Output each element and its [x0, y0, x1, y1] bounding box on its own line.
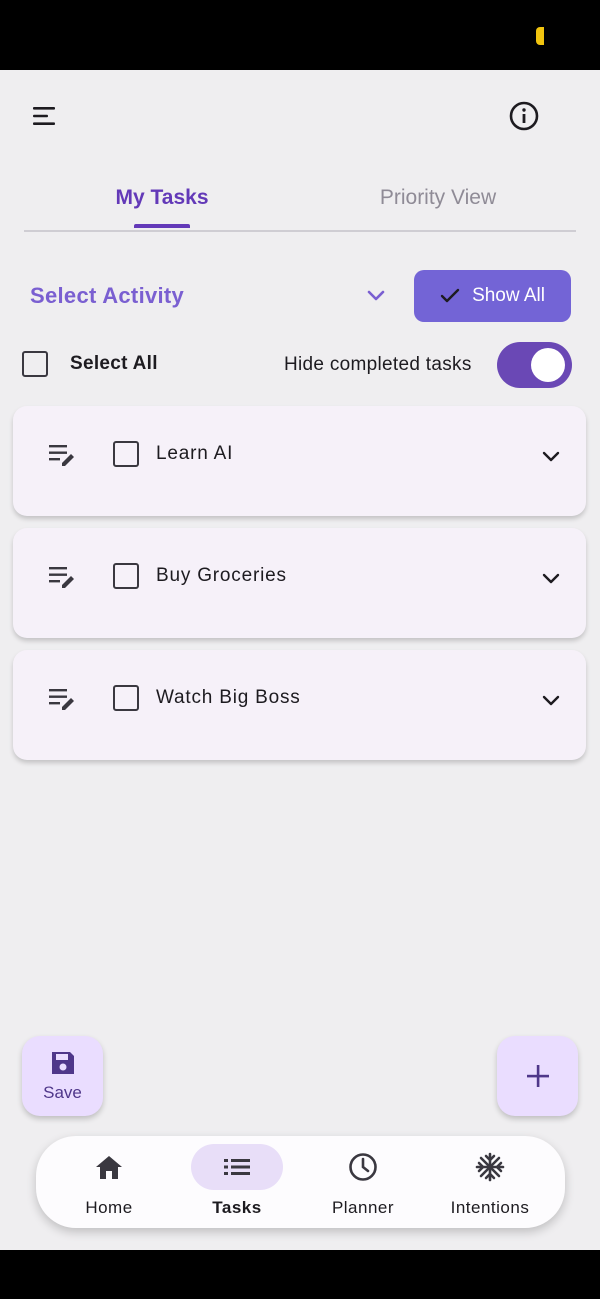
task-title: Learn AI	[156, 443, 234, 464]
nav-item-planner[interactable]: Planner	[300, 1136, 426, 1228]
expand-chevron-icon[interactable]	[541, 450, 561, 464]
task-card[interactable]: Watch Big Boss	[13, 650, 586, 760]
status-bar	[0, 0, 600, 70]
show-all-label: Show All	[472, 285, 545, 306]
task-title: Buy Groceries	[156, 565, 287, 586]
system-nav-area	[0, 1250, 600, 1299]
nav-item-home[interactable]: Home	[46, 1136, 172, 1228]
nav-icon-container	[191, 1144, 283, 1190]
task-checkbox[interactable]	[113, 441, 139, 467]
task-card[interactable]: Learn AI	[13, 406, 586, 516]
task-title: Watch Big Boss	[156, 687, 301, 708]
activity-dropdown-label: Select Activity	[30, 283, 185, 308]
tab-my-tasks[interactable]: My Tasks	[24, 166, 300, 230]
nav-icon-container	[317, 1144, 409, 1190]
list-icon	[224, 1159, 250, 1175]
nav-label-intentions: Intentions	[450, 1198, 530, 1217]
info-icon	[509, 101, 539, 131]
menu-icon	[33, 107, 55, 125]
activity-dropdown[interactable]: Select Activity	[30, 270, 386, 322]
snowflake-icon	[475, 1152, 505, 1182]
edit-note-icon	[49, 689, 74, 710]
task-card[interactable]: Buy Groceries	[13, 528, 586, 638]
select-all-label: Select All	[70, 353, 158, 374]
hide-completed-toggle[interactable]	[497, 342, 572, 388]
save-label: Save	[43, 1083, 82, 1102]
nav-label-planner: Planner	[331, 1198, 395, 1217]
check-icon	[440, 288, 460, 303]
tab-priority-view[interactable]: Priority View	[300, 166, 576, 230]
task-checkbox[interactable]	[113, 685, 139, 711]
edit-note-icon	[49, 567, 74, 588]
add-task-button[interactable]	[497, 1036, 578, 1116]
clock-icon	[349, 1153, 377, 1181]
hide-completed-label: Hide completed tasks	[284, 354, 472, 375]
nav-item-intentions[interactable]: Intentions	[427, 1136, 553, 1228]
menu-button[interactable]	[22, 94, 66, 138]
nav-item-tasks[interactable]: Tasks	[174, 1136, 300, 1228]
toggle-knob	[531, 348, 565, 382]
tab-indicator	[134, 224, 190, 228]
nav-label-tasks: Tasks	[212, 1198, 262, 1217]
home-icon	[96, 1156, 122, 1179]
info-button[interactable]	[502, 94, 546, 138]
save-icon	[51, 1052, 74, 1074]
app-screen: My Tasks Priority View Select Activity S…	[0, 70, 600, 1250]
nav-label-home: Home	[85, 1198, 133, 1217]
task-checkbox[interactable]	[113, 563, 139, 589]
chevron-down-icon	[367, 290, 385, 301]
nav-icon-container	[63, 1144, 155, 1190]
bottom-navigation: Home Tasks Planner Intentions	[36, 1136, 565, 1228]
show-all-button[interactable]: Show All	[414, 270, 571, 322]
select-all-checkbox[interactable]	[22, 351, 48, 377]
expand-chevron-icon[interactable]	[541, 572, 561, 586]
status-indicator	[536, 27, 544, 45]
tab-bar: My Tasks Priority View	[24, 166, 576, 232]
plus-icon	[526, 1065, 549, 1087]
nav-icon-container	[444, 1144, 536, 1190]
select-all-control[interactable]: Select All	[22, 351, 158, 377]
edit-note-icon	[49, 445, 74, 466]
expand-chevron-icon[interactable]	[541, 694, 561, 708]
save-button[interactable]: Save	[22, 1036, 103, 1116]
